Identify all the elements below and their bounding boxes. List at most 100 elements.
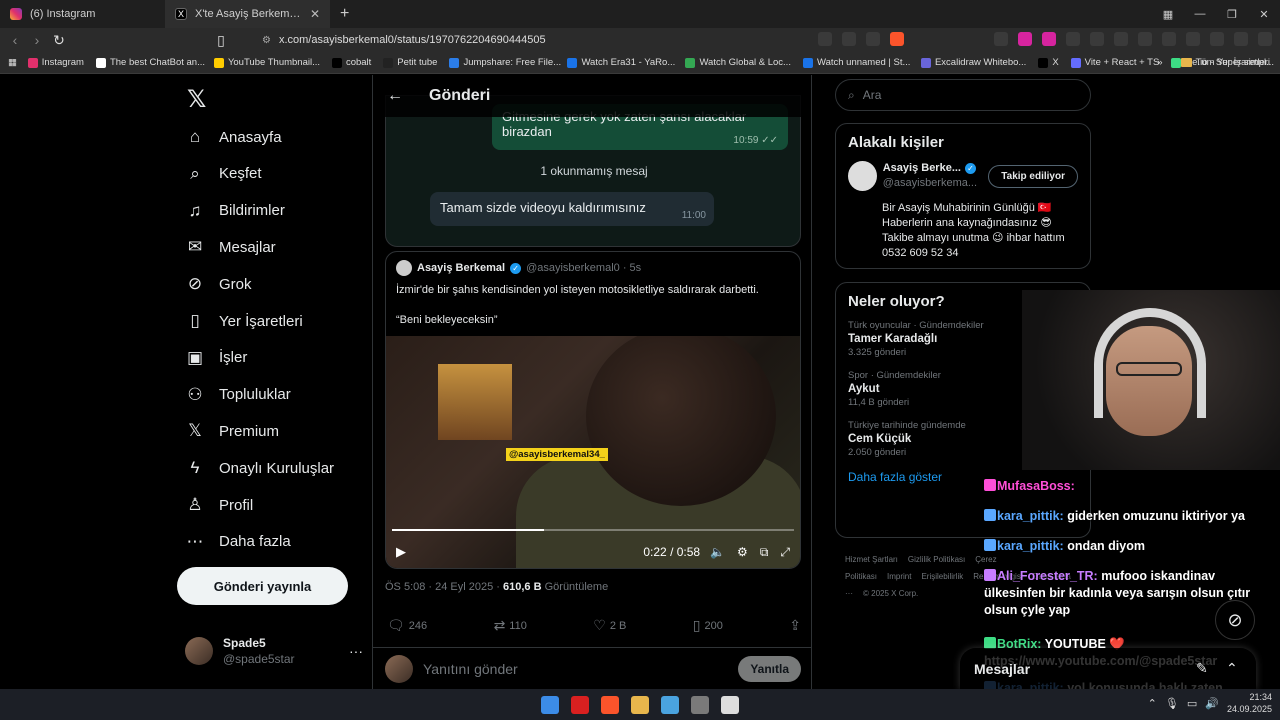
network-icon[interactable]: ▭ xyxy=(1187,697,1197,710)
close-tab-icon[interactable]: ✕ xyxy=(310,7,320,21)
taskbar-app-icon[interactable] xyxy=(721,695,739,714)
extension-icon[interactable] xyxy=(1066,32,1080,46)
apps-icon[interactable]: ▦ xyxy=(0,57,22,68)
extension-icon[interactable] xyxy=(1090,32,1104,46)
bookmark-item[interactable]: Jumpshare: Free File... xyxy=(443,57,561,68)
mic-icon[interactable]: 🎙 xyxy=(1165,697,1179,710)
chevron-up-icon[interactable]: ⌃ xyxy=(1148,697,1157,710)
url-field[interactable]: ⚙ x.com/asayisberkemal0/status/197076220… xyxy=(262,34,902,46)
play-icon[interactable]: ▶ xyxy=(396,544,406,560)
taskbar-app-icon[interactable] xyxy=(601,695,619,714)
extension-icon[interactable] xyxy=(1042,32,1056,46)
bookmarks-overflow-icon[interactable]: » xyxy=(1157,57,1162,68)
nav-item-bell[interactable]: ♫ Bildirimler xyxy=(185,201,285,221)
bookmark-item[interactable]: Petit tube xyxy=(377,57,443,68)
nav-item-home[interactable]: ⌂ Anasayfa xyxy=(185,127,282,147)
nav-item-briefcase[interactable]: ▣ İşler xyxy=(185,348,247,368)
puzzle-icon[interactable] xyxy=(1138,32,1152,46)
close-window-icon[interactable]: ✕ xyxy=(1248,8,1280,21)
all-bookmarks-link[interactable]: Tüm Yer İşaretleri xyxy=(1196,57,1270,68)
taskbar-app-icon[interactable] xyxy=(571,695,589,714)
nav-item-x-premium[interactable]: 𝕏 Premium xyxy=(185,421,279,441)
video-progress-bar[interactable] xyxy=(392,529,794,531)
footer-link[interactable]: Hizmet Şartları xyxy=(845,555,898,564)
share-action[interactable]: ⇪ xyxy=(789,617,801,634)
more-icon[interactable]: ··· xyxy=(349,643,363,659)
bookmark-action[interactable]: ▯ 200 xyxy=(693,617,723,634)
nav-item-lightning[interactable]: ϟ Onaylı Kuruluşlar xyxy=(185,458,335,478)
restore-icon[interactable]: ❐ xyxy=(1216,8,1248,21)
taskbar-app-icon[interactable] xyxy=(661,695,679,714)
taskbar-app-icon[interactable] xyxy=(691,695,709,714)
share-icon[interactable] xyxy=(866,32,880,46)
messages-drawer[interactable]: Mesajlar ✎ ⌃ xyxy=(960,648,1256,690)
post-date[interactable]: ÖS 5:08 · 24 Eyl 2025 · xyxy=(385,581,503,593)
bookmark-item[interactable]: Watch unnamed | St... xyxy=(797,57,915,68)
minimize-icon[interactable]: — xyxy=(1184,8,1216,20)
pip-icon[interactable]: ⧉ xyxy=(760,545,769,560)
reload-icon[interactable]: ↻ xyxy=(48,32,70,49)
bookmark-item[interactable]: YouTube Thumbnail... xyxy=(208,57,326,68)
compose-message-icon[interactable]: ✎ xyxy=(1196,660,1208,677)
search-input[interactable]: ⌕ Ara xyxy=(835,79,1091,111)
nav-item-grok[interactable]: ⊘ Grok xyxy=(185,274,252,294)
settings-gear-icon[interactable]: ⚙ xyxy=(737,545,748,559)
tab-x-post[interactable]: X X'te Asayiş Berkemal: "Saldırı ✕ xyxy=(165,0,330,28)
expand-icon[interactable]: ⌃ xyxy=(1226,660,1238,677)
quoted-author-name[interactable]: Asayiş Berkemal xyxy=(417,262,505,274)
zoom-icon[interactable] xyxy=(842,32,856,46)
brave-shields-icon[interactable] xyxy=(890,32,904,46)
nav-item-bookmark[interactable]: ▯ Yer İşaretleri xyxy=(185,311,302,331)
bookmark-item[interactable]: Watch Era31 - YaRo... xyxy=(561,57,679,68)
quoted-post[interactable]: Asayiş Berkemal ✓ @asayisberkemal0 · 5s … xyxy=(385,251,801,569)
taskbar-app-icon[interactable] xyxy=(631,695,649,714)
nav-item-search[interactable]: ⌕ Keşfet xyxy=(185,164,261,184)
bookmark-page-icon[interactable]: ▯ xyxy=(210,32,232,49)
site-info-icon[interactable]: ⚙ xyxy=(262,35,271,46)
back-arrow-icon[interactable]: ← xyxy=(387,87,403,105)
like-action[interactable]: ♡ 2 B xyxy=(593,617,626,634)
footer-link[interactable]: Imprint xyxy=(887,572,911,581)
nav-item-mail[interactable]: ✉ Mesajlar xyxy=(185,237,276,257)
clock[interactable]: 21:34 24.09.2025 xyxy=(1227,691,1272,715)
sidebar-icon[interactable] xyxy=(1162,32,1176,46)
extension-icon[interactable] xyxy=(1018,32,1032,46)
menu-icon[interactable] xyxy=(1258,32,1272,46)
volume-icon[interactable]: 🔈 xyxy=(710,545,725,559)
footer-link[interactable]: Gizlilik Politikası xyxy=(908,555,965,564)
forward-icon[interactable]: › xyxy=(26,32,48,48)
bookmark-item[interactable]: Instagram xyxy=(22,57,90,68)
grok-icon[interactable]: ⊘ xyxy=(1215,600,1255,640)
video-player[interactable]: @asayisberkemal34_ ▶ 0:22 / 0:58 🔈 ⚙ ⧉ ⤢ xyxy=(386,336,800,568)
wallet-icon[interactable] xyxy=(1186,32,1200,46)
bookmark-item[interactable]: cobalt xyxy=(326,57,377,68)
footer-link[interactable]: © 2025 X Corp. xyxy=(863,589,918,598)
reply-input[interactable]: Yanıtını gönder xyxy=(423,661,518,677)
nav-item-people[interactable]: ⚇ Topluluklar xyxy=(185,385,290,405)
post-button[interactable]: Gönderi yayınla xyxy=(177,567,348,605)
post-image[interactable]: Gitmesine gerek yok zaten şansı alacakla… xyxy=(385,95,801,247)
speaker-icon[interactable]: 🔊 xyxy=(1205,697,1219,710)
avatar[interactable] xyxy=(848,161,877,191)
tab-instagram[interactable]: (6) Instagram xyxy=(0,0,165,28)
bookmark-item[interactable]: Vite + React + TS xyxy=(1065,57,1166,68)
cast-icon[interactable] xyxy=(818,32,832,46)
following-button[interactable]: Takip ediliyor xyxy=(988,164,1078,188)
x-logo-icon[interactable]: 𝕏 xyxy=(187,85,206,114)
bookmark-item[interactable]: Excalidraw Whitebo... xyxy=(915,57,1032,68)
speech-icon[interactable] xyxy=(994,32,1008,46)
repost-action[interactable]: ⇄ 110 xyxy=(494,617,527,634)
bookmark-item[interactable]: Watch Global & Loc... xyxy=(679,57,797,68)
related-name[interactable]: Asayiş Berke... xyxy=(883,161,961,176)
media-icon[interactable] xyxy=(1210,32,1224,46)
reply-button[interactable]: Yanıtla xyxy=(738,655,801,682)
reply-action[interactable]: 🗨 246 xyxy=(387,617,427,634)
taskbar-app-icon[interactable] xyxy=(541,695,559,714)
extension-icon[interactable] xyxy=(1114,32,1128,46)
footer-link[interactable]: Erişilebilirlik xyxy=(921,572,963,581)
vpn-icon[interactable] xyxy=(1234,32,1248,46)
nav-item-more-circle[interactable]: ⋯ Daha fazla xyxy=(185,532,291,552)
avatar[interactable] xyxy=(396,260,412,276)
new-tab-button[interactable]: + xyxy=(330,5,359,23)
fullscreen-icon[interactable]: ⤢ xyxy=(780,545,790,560)
